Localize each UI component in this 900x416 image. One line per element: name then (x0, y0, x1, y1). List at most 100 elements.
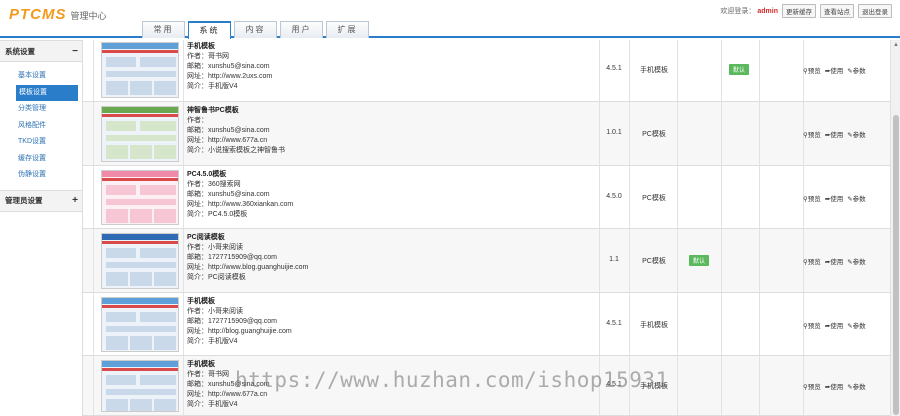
table-row: PC阅读模板 作者：小哥来阅读 邮箱：1727715909@qq.com 网址：htt… (83, 229, 890, 293)
sidebar-group-admin-settings[interactable]: 管理员设置 + (0, 189, 82, 212)
template-thumbnail (101, 106, 179, 162)
template-thumbnail (101, 360, 179, 412)
template-actions: ⚲预览 ➦使用 ✎参数 (803, 381, 883, 391)
template-thumbnail (101, 42, 179, 98)
column-divider (759, 166, 760, 228)
vertical-scrollbar[interactable]: ▲ (890, 40, 900, 416)
action-label: 参数 (852, 259, 866, 266)
template-version: 1.1 (609, 256, 619, 263)
column-divider (183, 293, 184, 355)
scroll-up-icon[interactable]: ▲ (893, 42, 899, 48)
template-actions: ⚲预览 ➦使用 ✎参数 (803, 320, 883, 330)
column-divider (183, 166, 184, 228)
sidebar-item-rewrite[interactable]: 伪静设置 (0, 167, 78, 184)
template-actions: ⚲预览 ➦使用 ✎参数 (803, 129, 883, 139)
template-version: 1.0.1 (606, 129, 622, 136)
sidebar-item-basic[interactable]: 基本设置 (0, 68, 78, 85)
template-thumbnail (101, 233, 179, 289)
template-info: PC阅读模板 作者：小哥来阅读 邮箱：1727715909@qq.com 网址：htt… (187, 233, 308, 283)
template-email: 邮箱：1727715909@qq.com (187, 254, 277, 261)
template-type: 手机模板 (640, 322, 668, 329)
view-site-button[interactable]: 查看站点 (820, 4, 854, 18)
template-type: 手机模板 (640, 67, 668, 74)
column-divider (721, 229, 722, 292)
template-name: 手机模板 (187, 43, 215, 50)
username[interactable]: admin (757, 8, 778, 15)
template-intro: 简介：PC4.5.0模板 (187, 211, 248, 218)
sidebar-group-system-settings[interactable]: 系统设置 − (0, 40, 82, 62)
expand-icon[interactable]: + (72, 195, 78, 206)
column-divider (759, 293, 760, 355)
template-intro: 简介：小说搜索模板之神智鲁书 (187, 147, 285, 154)
collapse-icon[interactable]: − (72, 46, 78, 57)
preview-button[interactable]: ⚲预览 (803, 65, 821, 75)
set-default-button[interactable]: 默认 (688, 255, 709, 266)
set-default-button[interactable]: 默认 (728, 64, 749, 75)
column-divider (759, 356, 760, 415)
template-intro: 简介：手机版V4 (187, 338, 238, 345)
template-site: 网址：http://www.677a.cn (187, 137, 268, 144)
column-divider (629, 102, 630, 165)
column-divider (721, 166, 722, 228)
tab-system[interactable]: 系统 (188, 21, 231, 39)
logout-button[interactable]: 退出登录 (858, 4, 892, 18)
params-button[interactable]: ✎参数 (847, 256, 865, 266)
use-button[interactable]: ➦使用 (825, 256, 843, 266)
use-button[interactable]: ➦使用 (825, 320, 843, 330)
column-divider (599, 229, 600, 292)
column-divider (599, 40, 600, 101)
update-cache-button[interactable]: 更新缓存 (782, 4, 816, 18)
action-label: 使用 (830, 196, 844, 203)
params-button[interactable]: ✎参数 (847, 320, 865, 330)
column-divider (677, 356, 678, 415)
preview-button[interactable]: ⚲预览 (803, 193, 821, 203)
use-button[interactable]: ➦使用 (825, 129, 843, 139)
params-button[interactable]: ✎参数 (847, 193, 865, 203)
sidebar-items: 基本设置 模板设置 分类管理 风格配件 TKD设置 缓存设置 伪静设置 (0, 62, 82, 190)
tab-content[interactable]: 内容 (234, 21, 277, 38)
template-email: 邮箱：xunshu5@sina.com (187, 127, 270, 134)
column-divider (183, 102, 184, 165)
sidebar-item-cache[interactable]: 缓存设置 (0, 151, 78, 168)
sidebar-item-category[interactable]: 分类管理 (0, 101, 78, 118)
top-right-bar: 欢迎登录： admin 更新缓存 查看站点 退出登录 (720, 4, 892, 18)
action-label: 使用 (830, 384, 844, 391)
column-divider (629, 293, 630, 355)
template-type: PC模板 (642, 258, 666, 265)
preview-button[interactable]: ⚲预览 (803, 129, 821, 139)
column-divider (93, 293, 94, 355)
params-button[interactable]: ✎参数 (847, 129, 865, 139)
column-divider (721, 356, 722, 415)
template-actions: ⚲预览 ➦使用 ✎参数 (803, 256, 883, 266)
action-label: 预览 (807, 259, 821, 266)
sidebar: 系统设置 − 基本设置 模板设置 分类管理 风格配件 TKD设置 缓存设置 伪静… (0, 40, 83, 416)
tab-users[interactable]: 用户 (280, 21, 323, 38)
template-author: 作者：小哥来阅读 (187, 308, 243, 315)
preview-button[interactable]: ⚲预览 (803, 381, 821, 391)
template-email: 邮箱：xunshu5@sina.com (187, 63, 270, 70)
column-divider (183, 229, 184, 292)
column-divider (759, 102, 760, 165)
tab-common[interactable]: 常用 (142, 21, 185, 38)
use-button[interactable]: ➦使用 (825, 381, 843, 391)
logo-subtitle: 管理中心 (70, 11, 107, 21)
scroll-thumb[interactable] (893, 115, 899, 415)
use-button[interactable]: ➦使用 (825, 65, 843, 75)
preview-button[interactable]: ⚲预览 (803, 256, 821, 266)
params-button[interactable]: ✎参数 (847, 381, 865, 391)
tab-extensions[interactable]: 扩展 (326, 21, 369, 38)
template-thumbnail (101, 297, 179, 352)
sidebar-item-tkd[interactable]: TKD设置 (0, 134, 78, 151)
use-button[interactable]: ➦使用 (825, 193, 843, 203)
sidebar-item-style[interactable]: 风格配件 (0, 118, 78, 135)
action-label: 使用 (830, 68, 844, 75)
template-version: 4.5.1 (606, 320, 622, 327)
sidebar-item-template[interactable]: 模板设置 (16, 84, 78, 101)
action-label: 使用 (830, 132, 844, 139)
preview-button[interactable]: ⚲预览 (803, 320, 821, 330)
column-divider (629, 166, 630, 228)
params-button[interactable]: ✎参数 (847, 65, 865, 75)
column-divider (759, 229, 760, 292)
column-divider (677, 293, 678, 355)
default-cell: 默认 (717, 64, 761, 75)
